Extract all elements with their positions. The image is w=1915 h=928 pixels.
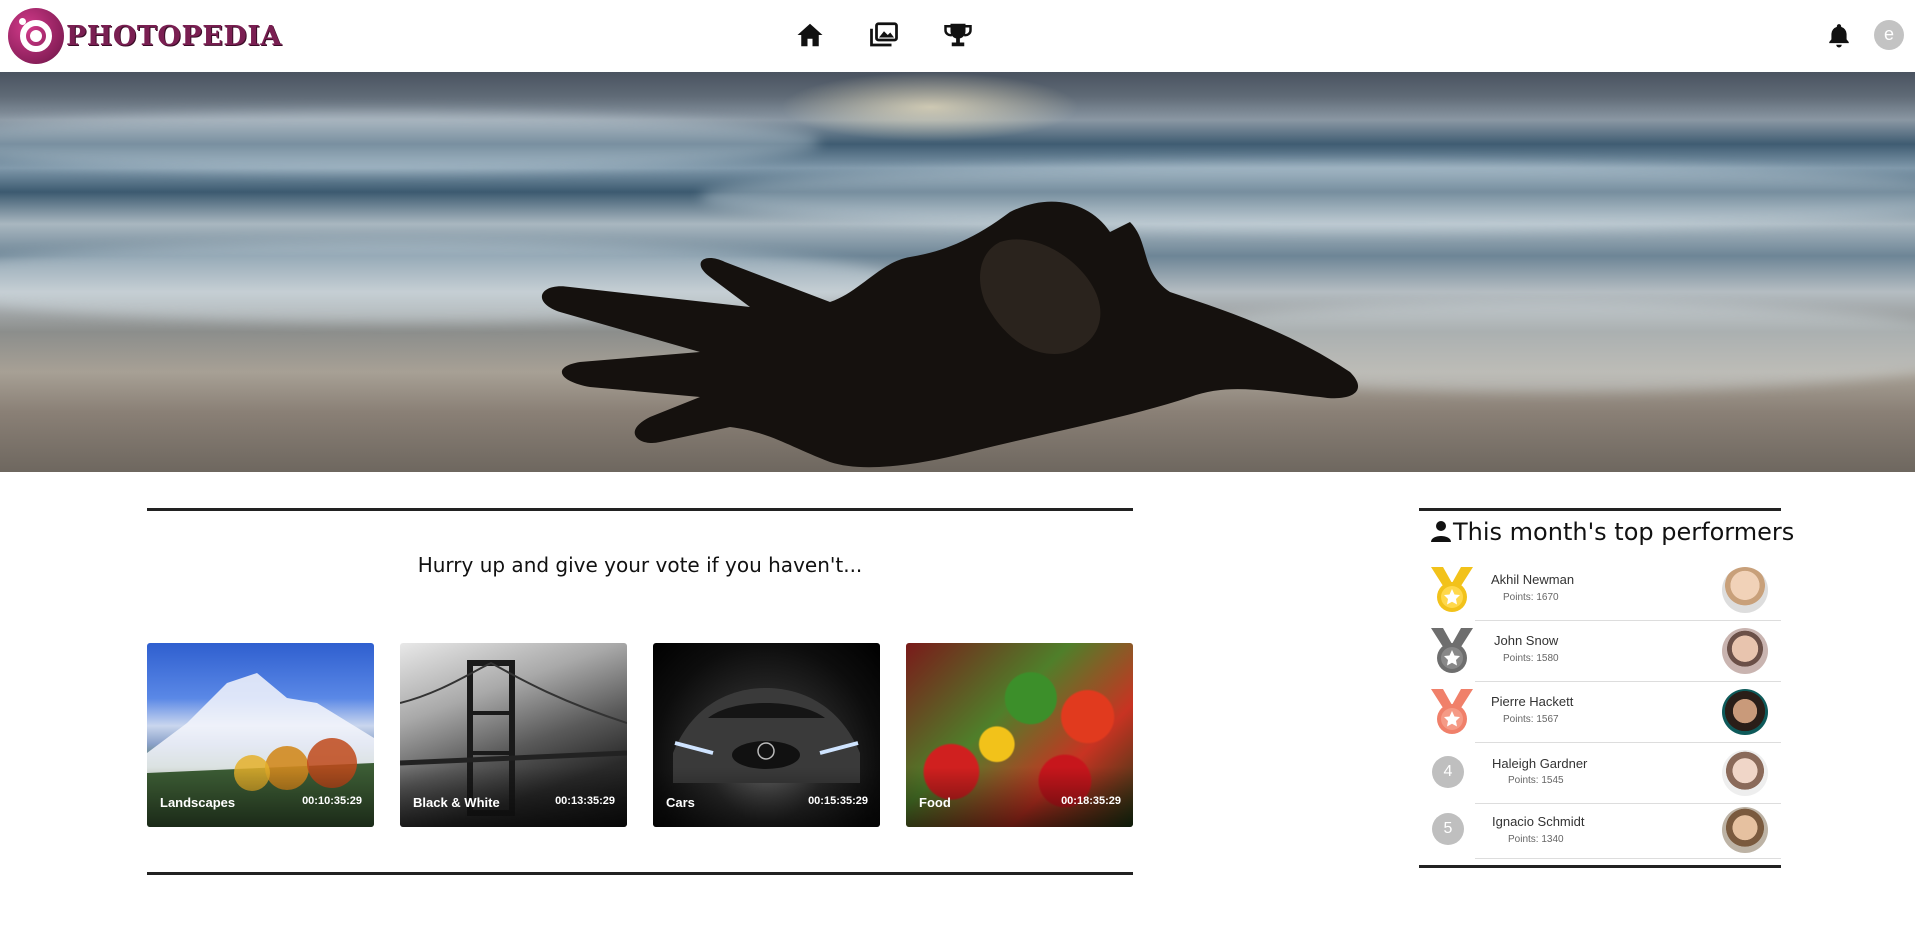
hero-banner-image: [0, 72, 1915, 472]
top-navbar: PHOTOPEDIA e: [0, 0, 1915, 72]
contest-card-cars[interactable]: Cars 00:15:35:29: [653, 643, 880, 827]
logo-text: PHOTOPEDIA: [66, 20, 282, 52]
user-icon: [1429, 519, 1453, 543]
performer-name: Haleigh Gardner: [1492, 756, 1588, 771]
performer-points: Points: 1580: [1503, 653, 1559, 664]
contest-timer: 00:10:35:29: [302, 795, 362, 807]
bronze-medal-icon: [1429, 687, 1475, 737]
contest-timer: 00:15:35:29: [808, 795, 868, 807]
contest-name: Black & White: [413, 795, 500, 810]
performer-row[interactable]: John Snow Points: 1580: [1419, 621, 1781, 682]
performer-points: Points: 1545: [1508, 775, 1564, 786]
gold-medal-icon: [1429, 565, 1475, 615]
logo-camera-icon: [8, 8, 64, 64]
home-icon[interactable]: [795, 20, 825, 50]
section-divider-bottom: [147, 872, 1133, 875]
avatar: [1722, 807, 1768, 853]
gallery-icon[interactable]: [869, 20, 899, 50]
rank-badge: 4: [1432, 756, 1464, 788]
logo[interactable]: PHOTOPEDIA: [8, 8, 282, 64]
performer-row[interactable]: Pierre Hackett Points: 1567: [1419, 682, 1781, 743]
avatar: [1722, 689, 1768, 735]
contest-timer: 00:18:35:29: [1061, 795, 1121, 807]
contest-card-black-white[interactable]: Black & White 00:13:35:29: [400, 643, 627, 827]
performer-points: Points: 1670: [1503, 592, 1559, 603]
performer-points: Points: 1567: [1503, 714, 1559, 725]
performer-row[interactable]: 5 Ignacio Schmidt Points: 1340: [1419, 800, 1781, 859]
avatar: [1722, 628, 1768, 674]
performers-divider-top: [1419, 508, 1781, 511]
performer-points: Points: 1340: [1508, 834, 1564, 845]
contest-card-landscapes[interactable]: Landscapes 00:10:35:29: [147, 643, 374, 827]
vote-heading: Hurry up and give your vote if you haven…: [417, 553, 863, 577]
rank-badge: 5: [1432, 813, 1464, 845]
performer-row[interactable]: 4 Haleigh Gardner Points: 1545: [1419, 743, 1781, 804]
bell-icon[interactable]: [1826, 22, 1852, 48]
performer-name: John Snow: [1494, 633, 1559, 648]
performer-name: Akhil Newman: [1491, 572, 1575, 587]
contest-card-food[interactable]: Food 00:18:35:29: [906, 643, 1133, 827]
avatar: [1722, 567, 1768, 613]
trophy-icon[interactable]: [943, 20, 973, 50]
silver-medal-icon: [1429, 626, 1475, 676]
contest-name: Landscapes: [160, 795, 236, 810]
avatar: [1722, 750, 1768, 796]
performers-divider-bottom: [1419, 865, 1781, 868]
performer-name: Ignacio Schmidt: [1492, 814, 1585, 829]
performer-name: Pierre Hackett: [1491, 694, 1574, 709]
section-divider-top: [147, 508, 1133, 511]
performers-heading: This month's top performers: [1453, 518, 1795, 546]
performer-row[interactable]: Akhil Newman Points: 1670: [1419, 560, 1781, 621]
contest-name: Cars: [666, 795, 695, 810]
contest-name: Food: [919, 795, 951, 810]
contest-timer: 00:13:35:29: [555, 795, 615, 807]
user-avatar[interactable]: e: [1874, 20, 1904, 50]
